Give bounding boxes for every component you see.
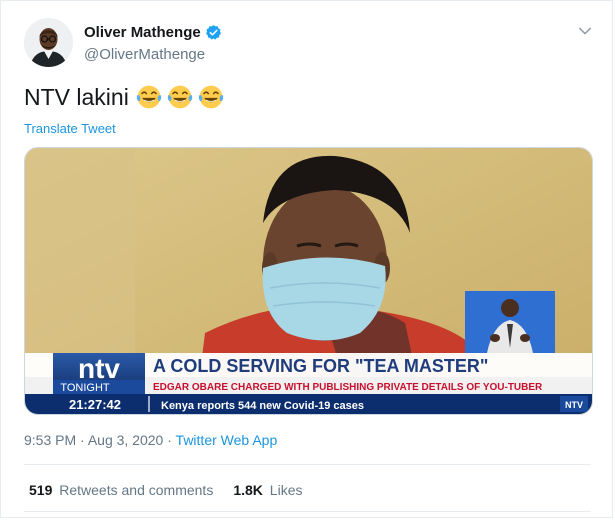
likes-label: Likes <box>269 482 303 498</box>
retweets-count: 519 <box>29 482 53 498</box>
tweet-time[interactable]: 9:53 PM <box>24 432 76 448</box>
news-broadcast-image: ntv TONIGHT A COLD SERVING FOR "TEA MAST… <box>25 148 592 414</box>
ntv-logo-text: ntv <box>78 353 120 384</box>
emoji-group <box>135 83 225 111</box>
author-handle[interactable]: @OliverMathenge <box>84 46 222 63</box>
tweet-card: Oliver Mathenge @OliverMathenge NTV laki… <box>0 0 613 518</box>
verified-badge-icon <box>205 25 221 40</box>
translate-tweet-link[interactable]: Translate Tweet <box>24 121 116 136</box>
broadcast-clock: 21:27:42 <box>69 397 121 412</box>
retweets-label: Retweets and comments <box>59 482 214 498</box>
divider <box>24 511 591 512</box>
face-with-tears-of-joy-icon <box>167 85 193 109</box>
likes-stat[interactable]: 1.8K Likes <box>233 482 302 498</box>
tweet-text: NTV lakini <box>24 83 129 110</box>
face-with-tears-of-joy-icon <box>136 85 162 109</box>
divider <box>24 464 591 465</box>
chevron-down-icon[interactable] <box>576 22 594 40</box>
meta-separator: · <box>167 432 172 448</box>
broadcast-headline: A COLD SERVING FOR "TEA MASTER" <box>153 356 488 376</box>
tweet-timestamp: 9:53 PM · Aug 3, 2020 · Twitter Web App <box>24 432 277 448</box>
author-display-name-row[interactable]: Oliver Mathenge <box>84 24 222 41</box>
face-with-tears-of-joy-icon <box>198 85 224 109</box>
ntv-tonight-text: TONIGHT <box>60 382 110 394</box>
ntv-corner-logo: NTV <box>565 400 583 410</box>
tweet-header: Oliver Mathenge @OliverMathenge <box>24 18 594 68</box>
tweet-stats: 519 Retweets and comments 1.8K Likes <box>29 482 302 498</box>
tweet-source-link[interactable]: Twitter Web App <box>176 432 278 448</box>
meta-separator: · <box>80 432 85 448</box>
avatar[interactable] <box>24 18 73 67</box>
avatar-image <box>24 18 73 67</box>
author-names: Oliver Mathenge @OliverMathenge <box>84 24 222 63</box>
likes-count: 1.8K <box>233 482 263 498</box>
tweet-date[interactable]: Aug 3, 2020 <box>88 432 164 448</box>
author-display-name[interactable]: Oliver Mathenge <box>84 24 201 41</box>
tweet-media[interactable]: ntv TONIGHT A COLD SERVING FOR "TEA MAST… <box>24 147 593 415</box>
broadcast-ticker: Kenya reports 544 new Covid-19 cases <box>161 400 364 412</box>
broadcast-subheadline: EDGAR OBARE CHARGED WITH PUBLISHING PRIV… <box>153 382 543 393</box>
retweets-stat[interactable]: 519 Retweets and comments <box>29 482 213 498</box>
tweet-text-row: NTV lakini <box>24 83 225 111</box>
